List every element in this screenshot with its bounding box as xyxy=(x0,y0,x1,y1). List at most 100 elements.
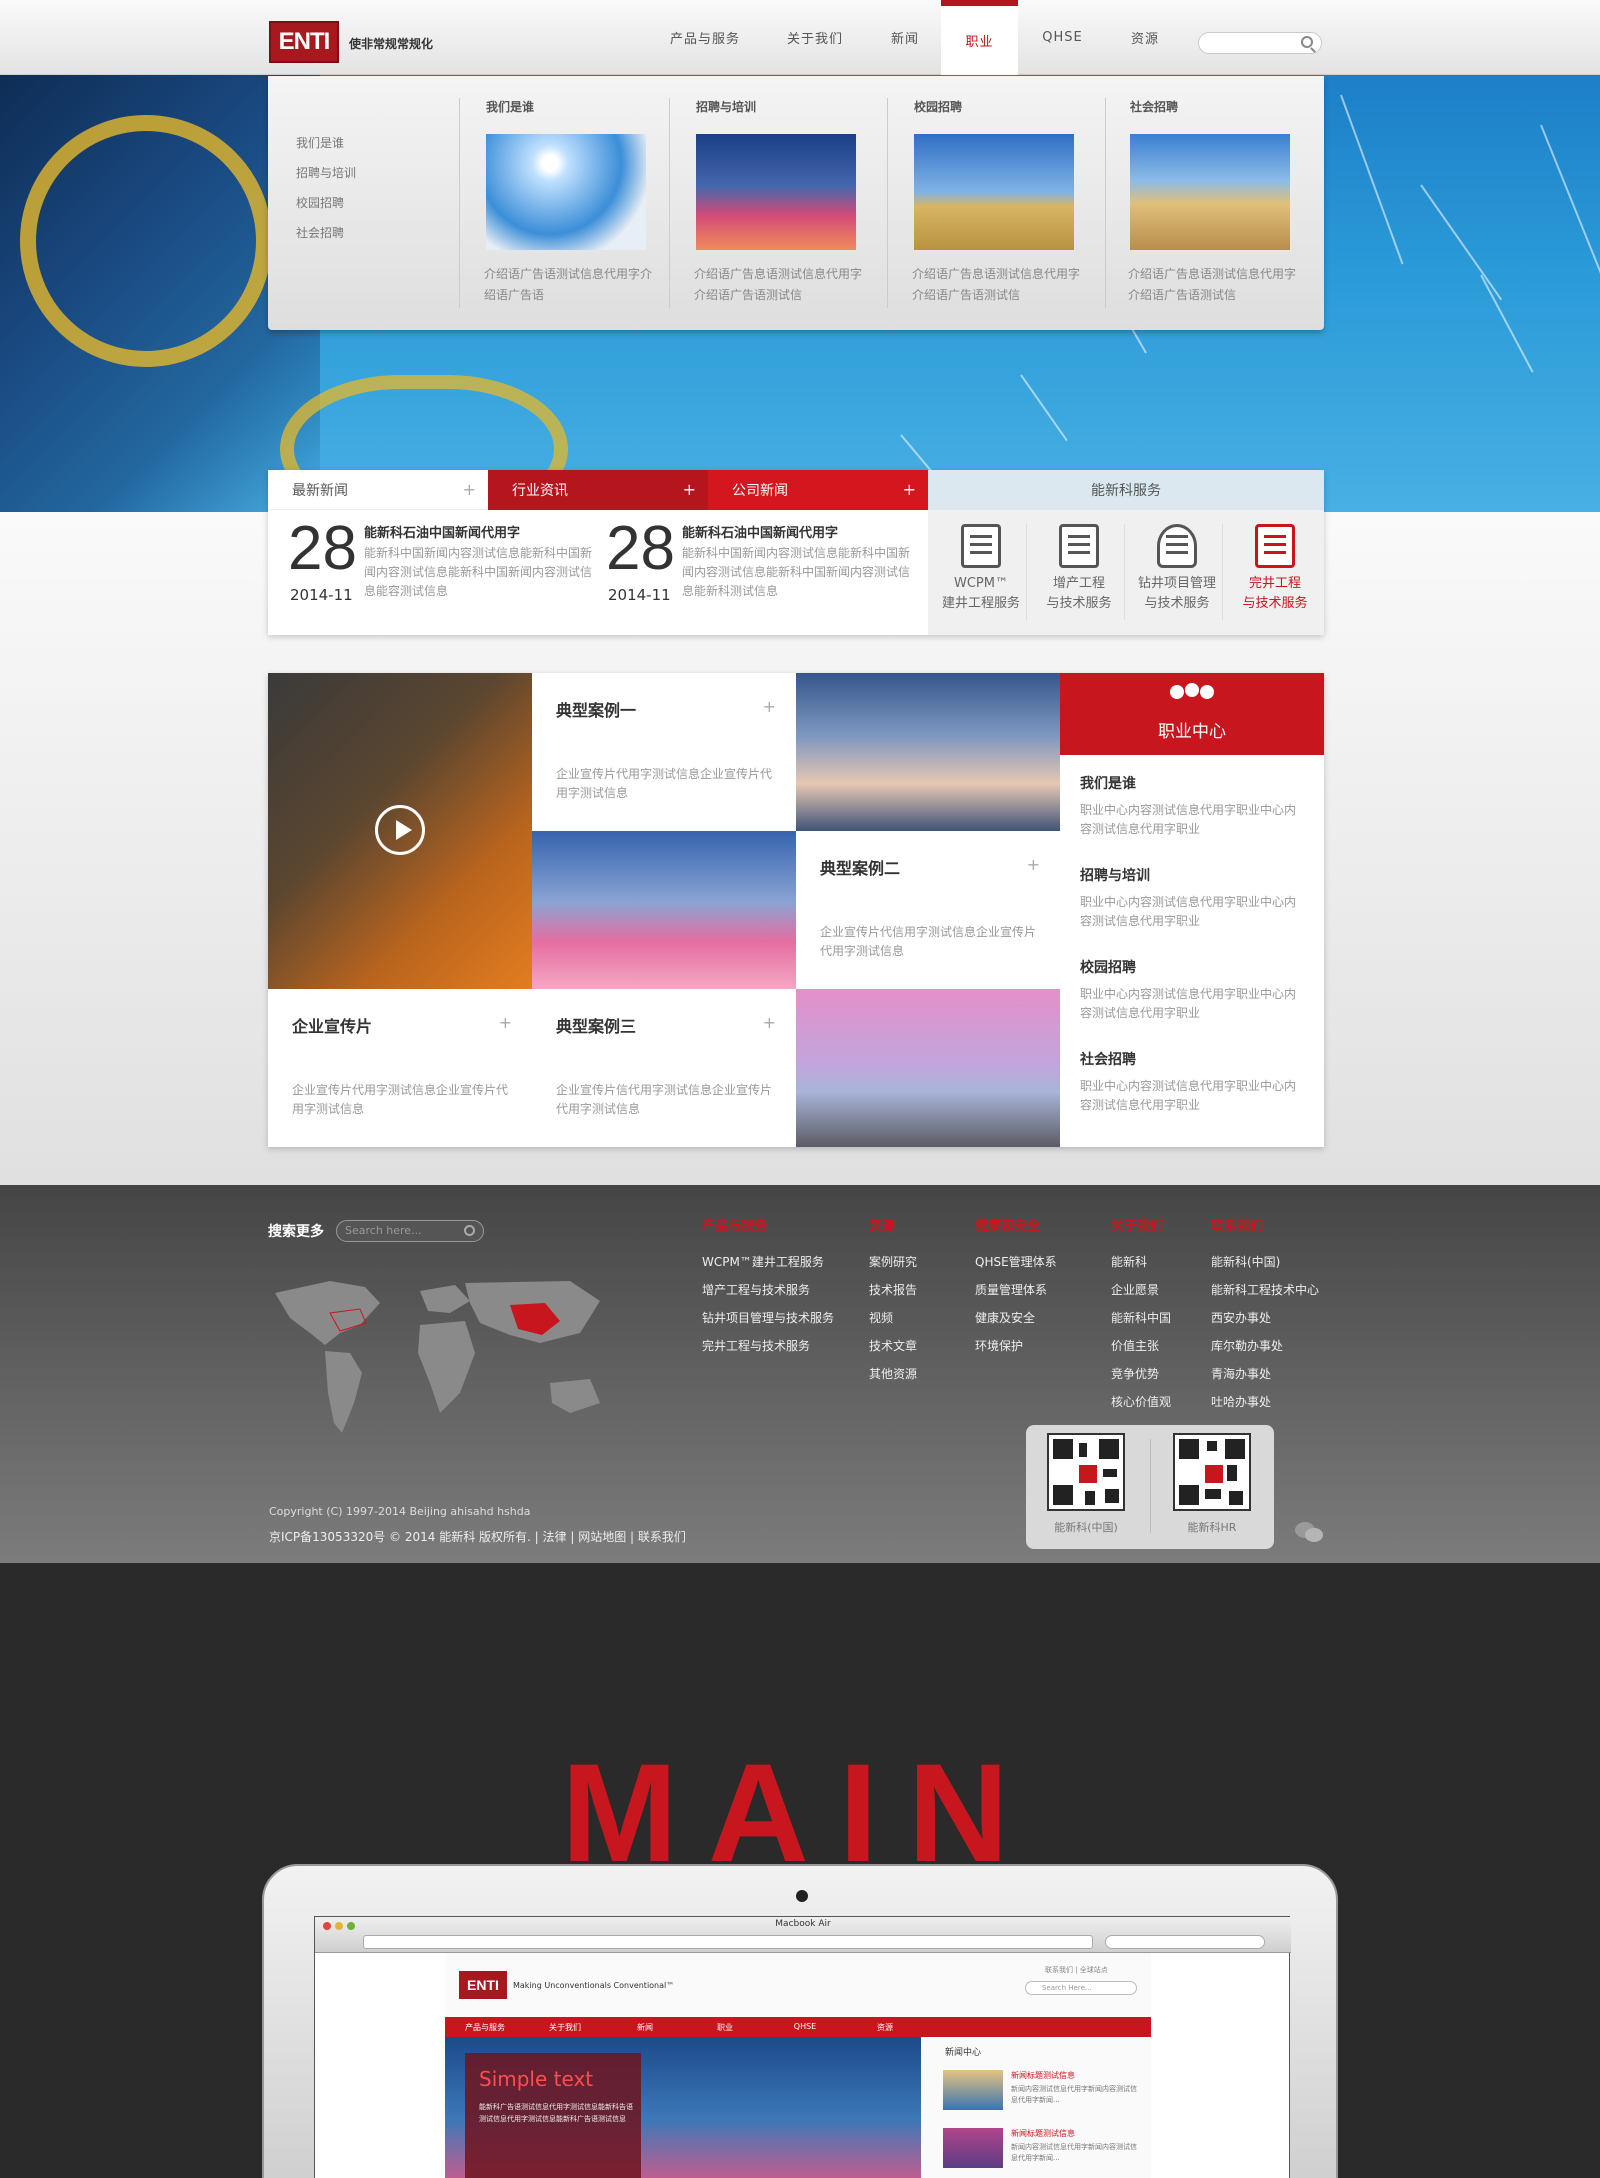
career-item[interactable]: 招聘与培训 职业中心内容测试信息代用字职业中心内容测试信息代用字职业 xyxy=(1060,865,1324,957)
browser-search[interactable] xyxy=(1105,1935,1265,1949)
service-completion[interactable]: 完井工程 与技术服务 xyxy=(1226,524,1324,624)
news-title[interactable]: 能新科石油中国新闻代用字 xyxy=(682,522,838,541)
footer-link[interactable]: 核心价值观 xyxy=(1111,1388,1171,1416)
inner-nav-item[interactable]: 新闻 xyxy=(605,2017,685,2037)
dropdown-link-recruit[interactable]: 招聘与培训 xyxy=(296,164,356,181)
dropdown-column[interactable]: 校园招聘 介绍语广告息语测试信息代用字介绍语广告语测试信 xyxy=(892,76,1102,330)
service-stimulation[interactable]: 增产工程 与技术服务 xyxy=(1030,524,1128,624)
footer-link[interactable]: 能新科 xyxy=(1111,1248,1171,1276)
plus-icon[interactable]: + xyxy=(1027,855,1040,874)
footer-heading[interactable]: 产品与服务 xyxy=(702,1215,834,1234)
footer-link[interactable]: 竞争优势 xyxy=(1111,1360,1171,1388)
career-item-title[interactable]: 校园招聘 xyxy=(1080,957,1136,977)
nav-resources[interactable]: 资源 xyxy=(1110,0,1180,75)
career-item-title[interactable]: 社会招聘 xyxy=(1080,1049,1136,1069)
inner-news-item[interactable]: 新闻标题测试信息 新闻内容测试信息代用字新闻内容测试信息代用字新闻... xyxy=(931,2066,1151,2124)
footer-link[interactable]: 技术报告 xyxy=(869,1276,917,1304)
footer-link[interactable]: 环境保护 xyxy=(975,1332,1057,1360)
footer-link[interactable]: 案例研究 xyxy=(869,1248,917,1276)
plus-icon[interactable]: + xyxy=(463,480,476,499)
plus-icon[interactable]: + xyxy=(763,1013,776,1032)
service-drilling[interactable]: 钻井项目管理 与技术服务 xyxy=(1128,524,1226,624)
footer-link[interactable]: 钻井项目管理与技术服务 xyxy=(702,1304,834,1332)
news-item[interactable]: 28 2014-11 能新科石油中国新闻代用字 能新科中国新闻内容测试信息能新科… xyxy=(606,518,916,628)
nav-careers[interactable]: 职业 xyxy=(941,0,1018,75)
tab-company-news[interactable]: 公司新闻 + xyxy=(708,470,928,510)
case-card-2[interactable]: 典型案例二 + 企业宣传片代信用字测试信息企业宣传片代用字测试信息 xyxy=(796,831,1060,989)
news-title[interactable]: 新闻标题测试信息 xyxy=(1011,2070,1075,2081)
wechat-icon[interactable] xyxy=(1294,1521,1324,1543)
career-item-title[interactable]: 我们是谁 xyxy=(1080,773,1136,793)
tab-industry-news[interactable]: 行业资讯 + xyxy=(488,470,708,510)
footer-heading[interactable]: 资源 xyxy=(869,1215,917,1234)
plus-icon[interactable]: + xyxy=(683,480,696,499)
news-title[interactable]: 新闻标题测试信息 xyxy=(1011,2128,1075,2139)
news-title[interactable]: 能新科石油中国新闻代用字 xyxy=(364,522,520,541)
footer-link[interactable]: 企业愿景 xyxy=(1111,1276,1171,1304)
nav-news[interactable]: 新闻 xyxy=(870,0,940,75)
footer-link[interactable]: 能新科(中国) xyxy=(1211,1248,1319,1276)
footer-link[interactable]: 能新科中国 xyxy=(1111,1304,1171,1332)
footer-link[interactable]: 价值主张 xyxy=(1111,1332,1171,1360)
footer-heading[interactable]: 健康和安全 xyxy=(975,1215,1057,1234)
footer-link[interactable]: 西安办事处 xyxy=(1211,1304,1319,1332)
qr-code-china[interactable]: 能新科(中国) xyxy=(1040,1433,1132,1535)
footer-link[interactable]: 质量管理体系 xyxy=(975,1276,1057,1304)
tab-latest-news[interactable]: 最新新闻 + xyxy=(268,470,488,510)
footer-link[interactable]: 健康及安全 xyxy=(975,1304,1057,1332)
footer-link[interactable]: 技术文章 xyxy=(869,1332,917,1360)
inner-top-links[interactable]: 联系我们 | 全球站点 xyxy=(1045,1965,1108,1975)
dropdown-link-who[interactable]: 我们是谁 xyxy=(296,134,344,151)
search-input[interactable] xyxy=(1198,32,1322,54)
nav-qhse[interactable]: QHSE xyxy=(1030,0,1095,75)
career-item[interactable]: 我们是谁 职业中心内容测试信息代用字职业中心内容测试信息代用字职业 xyxy=(1060,773,1324,865)
footer-link[interactable]: 其他资源 xyxy=(869,1360,917,1388)
promo-card[interactable]: 企业宣传片 + 企业宣传片代用字测试信息企业宣传片代用字测试信息 xyxy=(268,989,532,1147)
career-item[interactable]: 社会招聘 职业中心内容测试信息代用字职业中心内容测试信息代用字职业 xyxy=(1060,1049,1324,1141)
inner-logo[interactable]: ENTI xyxy=(459,1971,507,1999)
nav-about[interactable]: 关于我们 xyxy=(770,0,860,75)
inner-search-input[interactable]: Search Here... xyxy=(1025,1981,1137,1995)
dropdown-link-campus[interactable]: 校园招聘 xyxy=(296,194,344,211)
footer-link[interactable]: WCPM™建井工程服务 xyxy=(702,1248,834,1276)
footer-link[interactable]: QHSE管理体系 xyxy=(975,1248,1057,1276)
service-wcpm[interactable]: WCPM™ 建井工程服务 xyxy=(932,524,1030,624)
dropdown-link-social[interactable]: 社会招聘 xyxy=(296,224,344,241)
inner-nav-item[interactable]: 职业 xyxy=(685,2017,765,2037)
footer-link[interactable]: 库尔勒办事处 xyxy=(1211,1332,1319,1360)
footer-link[interactable]: 增产工程与技术服务 xyxy=(702,1276,834,1304)
nav-products[interactable]: 产品与服务 xyxy=(660,0,750,75)
inner-nav-item[interactable]: 资源 xyxy=(845,2017,925,2037)
inner-news-item[interactable]: 新闻标题测试信息 新闻内容测试信息代用字新闻内容测试信息代用字新闻... xyxy=(931,2124,1151,2178)
plus-icon[interactable]: + xyxy=(903,480,916,499)
footer-link[interactable]: 青海办事处 xyxy=(1211,1360,1319,1388)
case-card-1[interactable]: 典型案例一 + 企业宣传片代用字测试信息企业宣传片代用字测试信息 xyxy=(532,673,796,831)
footer-link[interactable]: 吐哈办事处 xyxy=(1211,1388,1319,1416)
plus-icon[interactable]: + xyxy=(763,697,776,716)
dropdown-column[interactable]: 招聘与培训 介绍语广告息语测试信息代用字介绍语广告语测试信 xyxy=(674,76,884,330)
search-icon[interactable] xyxy=(1301,36,1313,48)
footer-link[interactable]: 完井工程与技术服务 xyxy=(702,1332,834,1360)
career-center-header[interactable]: 职业中心 xyxy=(1060,673,1324,755)
play-icon[interactable] xyxy=(375,805,425,855)
inner-nav-item[interactable]: 关于我们 xyxy=(525,2017,605,2037)
dropdown-column[interactable]: 我们是谁 介绍语广告语测试信息代用字介绍语广告语 xyxy=(464,76,674,330)
address-bar[interactable] xyxy=(363,1935,1093,1949)
search-icon[interactable] xyxy=(464,1225,475,1236)
plus-icon[interactable]: + xyxy=(499,1013,512,1032)
inner-nav-item[interactable]: 产品与服务 xyxy=(445,2017,525,2037)
footer-search-input[interactable]: Search here... xyxy=(336,1220,484,1242)
footer-heading[interactable]: 关于我们 xyxy=(1111,1215,1171,1234)
footer-link[interactable]: 视频 xyxy=(869,1304,917,1332)
career-item-title[interactable]: 招聘与培训 xyxy=(1080,865,1150,885)
news-item[interactable]: 28 2014-11 能新科石油中国新闻代用字 能新科中国新闻内容测试信息能新科… xyxy=(288,518,598,628)
footer-heading[interactable]: 联系我们 xyxy=(1211,1215,1319,1234)
dropdown-column[interactable]: 社会招聘 介绍语广告息语测试信息代用字介绍语广告语测试信 xyxy=(1108,76,1318,330)
inner-nav-item[interactable]: QHSE xyxy=(765,2017,845,2037)
career-item[interactable]: 校园招聘 职业中心内容测试信息代用字职业中心内容测试信息代用字职业 xyxy=(1060,957,1324,1049)
footer-link[interactable]: 能新科工程技术中心 xyxy=(1211,1276,1319,1304)
case-card-3[interactable]: 典型案例三 + 企业宣传片信代用字测试信息企业宣传片代用字测试信息 xyxy=(532,989,796,1147)
legal-links[interactable]: 京ICP备13053320号 © 2014 能新科 版权所有. | 法律 | 网… xyxy=(269,1528,686,1545)
qr-code-hr[interactable]: 能新科HR xyxy=(1166,1433,1258,1535)
logo[interactable]: ENTI xyxy=(269,21,339,63)
